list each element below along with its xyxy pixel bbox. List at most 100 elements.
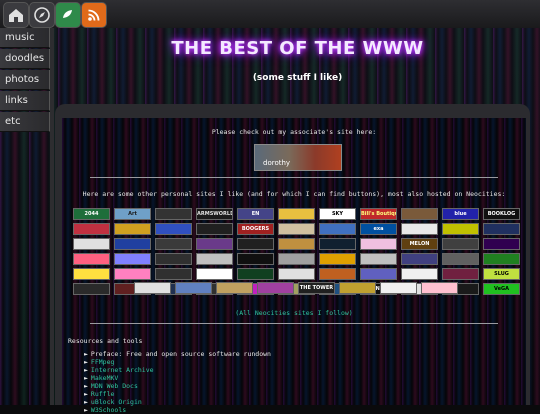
site-button[interactable] — [134, 282, 171, 294]
site-button[interactable]: THE TOWER — [298, 282, 335, 294]
tool-link[interactable]: Ruffle — [91, 390, 114, 398]
site-button[interactable] — [114, 223, 151, 235]
content-panel: Please check out my associate's site her… — [62, 118, 526, 414]
sidebar-item-doodles[interactable]: doodles — [0, 49, 50, 69]
list-item: ► Ruffle — [84, 390, 271, 398]
site-button[interactable] — [196, 223, 233, 235]
site-button[interactable] — [155, 238, 192, 250]
site-button[interactable] — [237, 253, 274, 265]
site-button[interactable] — [216, 282, 253, 294]
site-button[interactable] — [73, 223, 110, 235]
site-button[interactable] — [442, 268, 479, 280]
list-item: ► FFMpeg — [84, 358, 271, 366]
tool-link[interactable]: W3Schools — [91, 406, 126, 414]
site-button[interactable] — [114, 253, 151, 265]
site-button[interactable] — [257, 282, 294, 294]
divider-top — [90, 177, 498, 178]
site-button[interactable] — [73, 268, 110, 280]
site-button[interactable] — [319, 268, 356, 280]
site-button[interactable] — [196, 268, 233, 280]
site-button[interactable] — [175, 282, 212, 294]
site-button[interactable] — [278, 223, 315, 235]
rss-icon[interactable] — [81, 2, 107, 28]
home-icon[interactable] — [3, 2, 29, 28]
site-button[interactable] — [319, 223, 356, 235]
site-button[interactable] — [196, 253, 233, 265]
site-button[interactable] — [155, 253, 192, 265]
tool-link[interactable]: FFMpeg — [91, 358, 114, 366]
site-button[interactable] — [442, 238, 479, 250]
list-item: ► W3Schools — [84, 406, 271, 414]
list-item: ► MDN Web Docs — [84, 382, 271, 390]
site-button[interactable] — [237, 268, 274, 280]
site-button[interactable] — [483, 253, 520, 265]
site-button[interactable]: SKY — [319, 208, 356, 220]
site-button[interactable]: Bill's Boutique — [360, 208, 397, 220]
site-button[interactable] — [73, 283, 110, 295]
site-button[interactable] — [278, 253, 315, 265]
site-button[interactable] — [319, 238, 356, 250]
site-button[interactable] — [401, 223, 438, 235]
site-button[interactable] — [278, 208, 315, 220]
site-button[interactable] — [360, 238, 397, 250]
site-button[interactable] — [155, 223, 192, 235]
bullet-arrow-icon: ► — [84, 366, 88, 374]
sidebar-item-etc[interactable]: etc — [0, 112, 50, 132]
site-button[interactable]: VeGA — [483, 283, 520, 295]
site-button[interactable]: MELON — [401, 238, 438, 250]
site-button[interactable] — [401, 253, 438, 265]
site-button[interactable]: BOOKLOG — [483, 208, 520, 220]
site-button[interactable] — [278, 268, 315, 280]
top-toolbar — [0, 0, 540, 28]
site-button[interactable] — [442, 253, 479, 265]
site-button[interactable] — [155, 268, 192, 280]
site-button[interactable] — [401, 208, 438, 220]
site-button[interactable]: 2044 — [73, 208, 110, 220]
site-button[interactable] — [319, 253, 356, 265]
site-button[interactable] — [483, 223, 520, 235]
site-button[interactable] — [278, 238, 315, 250]
site-button[interactable]: SLUG — [483, 268, 520, 280]
site-button[interactable] — [360, 268, 397, 280]
site-button[interactable] — [380, 282, 417, 294]
tool-link[interactable]: MDN Web Docs — [91, 382, 138, 390]
site-button[interactable] — [483, 238, 520, 250]
site-button[interactable] — [196, 238, 233, 250]
site-button[interactable] — [73, 253, 110, 265]
site-button[interactable] — [114, 268, 151, 280]
tools-heading: Resources and tools — [68, 337, 143, 345]
all-neocities-link[interactable]: (All Neocities sites I follow) — [62, 309, 526, 317]
site-button[interactable] — [237, 238, 274, 250]
site-button[interactable]: blue — [442, 208, 479, 220]
associate-button-label: dorothy — [263, 159, 291, 167]
site-button[interactable] — [114, 238, 151, 250]
bullet-arrow-icon: ► — [84, 358, 88, 366]
page-subtitle: (some stuff I like) — [252, 73, 343, 83]
site-button[interactable]: BOOGERS — [237, 223, 274, 235]
site-button[interactable]: ARMSWORLD — [196, 208, 233, 220]
site-button[interactable]: EN — [237, 208, 274, 220]
bullet-arrow-icon: ► — [84, 350, 88, 358]
sidebar-item-photos[interactable]: photos — [0, 70, 50, 90]
guestbook-icon[interactable] — [55, 2, 81, 28]
compass-icon[interactable] — [29, 2, 55, 28]
site-button[interactable]: exa — [360, 223, 397, 235]
site-button[interactable] — [401, 268, 438, 280]
site-button[interactable] — [73, 238, 110, 250]
site-button[interactable]: Art — [114, 208, 151, 220]
site-button[interactable] — [339, 282, 376, 294]
site-button[interactable] — [155, 208, 192, 220]
bullet-arrow-icon: ► — [84, 374, 88, 382]
sites-intro-text: Here are some other personal sites I lik… — [82, 190, 506, 198]
site-button[interactable] — [421, 282, 458, 294]
site-button[interactable] — [360, 253, 397, 265]
tools-preface-link[interactable]: Preface: Free and open source software r… — [91, 350, 271, 358]
tool-link[interactable]: MakeMKV — [91, 374, 118, 382]
sidebar-item-music[interactable]: music — [0, 28, 50, 48]
tools-list: ► Preface: Free and open source software … — [84, 350, 271, 414]
page-title: THE BEST OF THE WWW — [171, 38, 424, 59]
sidebar-item-links[interactable]: links — [0, 91, 50, 111]
associate-site-button[interactable]: dorothy — [254, 144, 342, 171]
site-button[interactable] — [442, 223, 479, 235]
tool-link[interactable]: Internet Archive — [91, 366, 154, 374]
